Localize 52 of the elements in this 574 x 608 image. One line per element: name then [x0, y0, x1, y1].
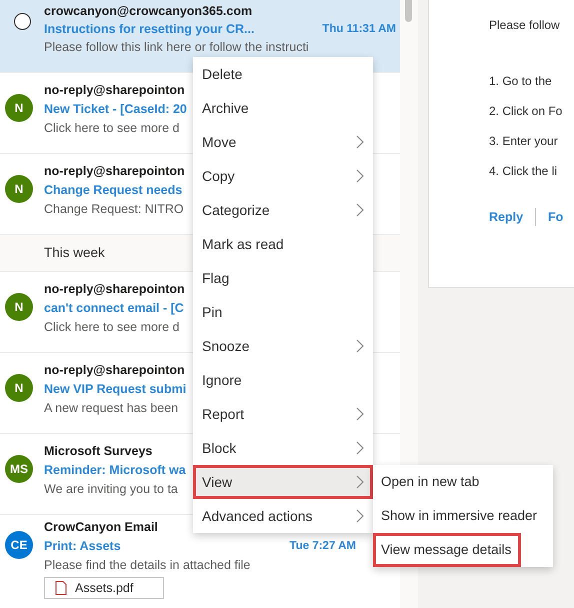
preview: Click here to see more d — [44, 120, 180, 137]
sender: no-reply@sharepointon — [44, 82, 185, 99]
sender: no-reply@sharepointon — [44, 163, 185, 180]
menu-item[interactable]: Archive — [193, 91, 373, 125]
avatar: N — [5, 293, 33, 321]
step-text: 3. Enter your — [489, 134, 559, 148]
subject: Change Request needs — [44, 182, 182, 199]
attachment-chip[interactable]: Assets.pdf — [44, 577, 164, 599]
action-link[interactable]: Reply — [489, 210, 524, 224]
pdf-icon — [55, 581, 67, 595]
menu-item[interactable]: Ignore — [193, 363, 373, 397]
step-text: 4. Click the li — [489, 164, 558, 178]
body-text: Please follow — [489, 17, 561, 32]
avatar: N — [5, 94, 33, 122]
avatar: N — [5, 374, 33, 402]
avatar: CE — [5, 531, 33, 559]
avatar: N — [5, 175, 33, 203]
attachment-name: Assets.pdf — [75, 580, 134, 596]
step-text: 1. Go to the — [489, 74, 553, 88]
menu-item[interactable]: Block — [193, 431, 373, 465]
menu-item[interactable]: View — [193, 465, 373, 499]
subject: Instructions for resetting your CR... — [44, 21, 254, 38]
menu-item[interactable]: Copy — [193, 159, 373, 193]
select-radio[interactable] — [14, 13, 30, 30]
menu-item[interactable]: Pin — [193, 295, 373, 329]
sender: Microsoft Surveys — [44, 443, 152, 460]
menu-item[interactable]: Categorize — [193, 193, 373, 227]
menu-item[interactable]: Move — [193, 125, 373, 159]
subject: Reminder: Microsoft wa — [44, 462, 186, 479]
sender: CrowCanyon Email — [44, 519, 158, 536]
menu-item[interactable]: Report — [193, 397, 373, 431]
scrollbar-thumb[interactable] — [405, 0, 412, 22]
sender: no-reply@sharepointon — [44, 281, 185, 298]
preview: Please find the details in attached file — [44, 557, 250, 574]
preview: Click here to see more d — [44, 319, 180, 336]
preview: Change Request: NITRO — [44, 201, 184, 218]
avatar: MS — [5, 455, 33, 483]
preview: We are inviting you to ta — [44, 481, 178, 498]
step-text: 2. Click on Fo — [489, 104, 564, 118]
menu-item[interactable]: Snooze — [193, 329, 373, 363]
action-link[interactable]: Fo — [548, 210, 564, 224]
menu-item[interactable]: View message details — [373, 533, 522, 567]
subject: New VIP Request submi — [44, 381, 186, 398]
subject: New Ticket - [CaseId: 20 — [44, 101, 187, 118]
subject: Print: Assets — [44, 538, 121, 555]
time: Tue 7:27 AM — [290, 539, 356, 554]
preview: Please follow this link here or follow the instructi — [44, 39, 309, 56]
sender: crowcanyon@crowcanyon365.com — [44, 3, 252, 20]
subject: can't connect email - [C — [44, 300, 184, 317]
time: Thu 11:31 AM — [322, 22, 396, 37]
sender: no-reply@sharepointon — [44, 362, 185, 379]
preview: A new request has been — [44, 400, 178, 417]
